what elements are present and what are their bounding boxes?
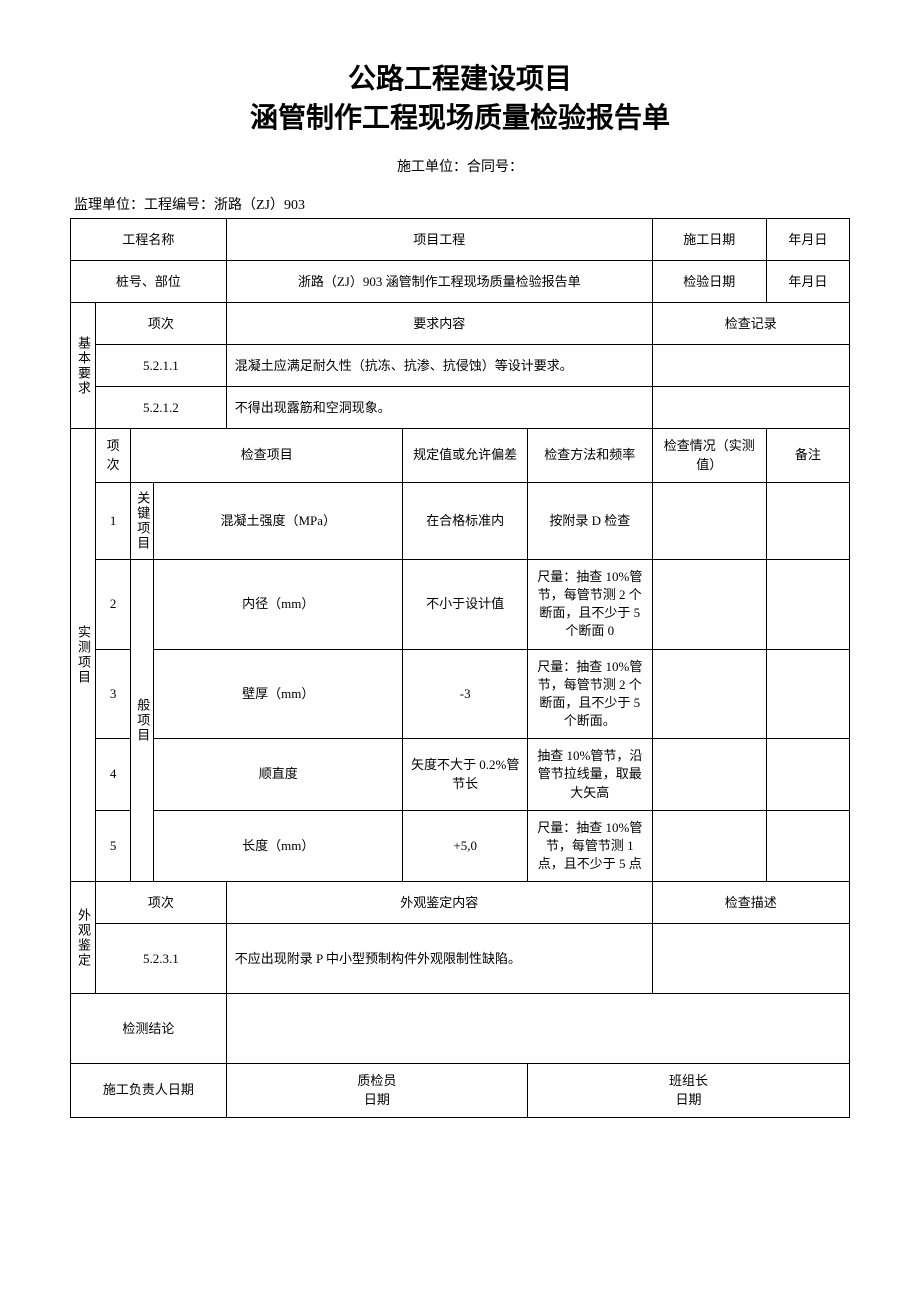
table-row: 施工负责人日期 质检员 日期 班组长 日期 (71, 1064, 850, 1117)
m1-item: 混凝土强度（MPa） (154, 482, 403, 559)
general-label: 般项目 (131, 559, 154, 882)
conclusion-label: 检测结论 (71, 994, 227, 1064)
m4-n: 4 (95, 739, 130, 811)
basic-row1-record (652, 345, 849, 387)
label-inspect-date: 检验日期 (652, 261, 766, 303)
m4-note (766, 739, 849, 811)
appearance-row-desc (652, 924, 849, 994)
side-appearance: 外观鉴定 (71, 882, 96, 994)
value-stake: 浙路（ZJ）903 涵管制作工程现场质量检验报告单 (226, 261, 652, 303)
m5-method: 尺量：抽查 10%管节，每管节测 1 点，且不少于 5 点 (527, 810, 652, 882)
measure-head-note: 备注 (766, 429, 849, 482)
footer-c2a: 质检员 (357, 1073, 396, 1088)
value-date2: 年月日 (766, 261, 849, 303)
table-row: 基本要求 项次 要求内容 检查记录 (71, 303, 850, 345)
label-proj-name: 工程名称 (71, 219, 227, 261)
table-row: 1 关键项目 混凝土强度（MPa） 在合格标准内 按附录 D 检查 (71, 482, 850, 559)
table-row: 外观鉴定 项次 外观鉴定内容 检查描述 (71, 882, 850, 924)
footer-c3b: 日期 (675, 1092, 701, 1107)
table-row: 检测结论 (71, 994, 850, 1064)
conclusion-value (226, 994, 849, 1064)
footer-c2b: 日期 (364, 1092, 390, 1107)
title-block: 公路工程建设项目 涵管制作工程现场质量检验报告单 (70, 60, 850, 138)
table-row: 5.2.3.1 不应出现附录 P 中小型预制构件外观限制性缺陷。 (71, 924, 850, 994)
basic-col2: 要求内容 (226, 303, 652, 345)
table-row: 4 顺直度 矢度不大于 0.2%管节长 抽查 10%管节，沿管节拉线量，取最大矢… (71, 739, 850, 811)
report-table: 工程名称 项目工程 施工日期 年月日 桩号、部位 浙路（ZJ）903 涵管制作工… (70, 218, 850, 1117)
m3-record (652, 649, 766, 739)
m2-item: 内径（mm） (154, 559, 403, 649)
appearance-row-content: 不应出现附录 P 中小型预制构件外观限制性缺陷。 (226, 924, 652, 994)
basic-col3: 检查记录 (652, 303, 849, 345)
m5-spec: +5,0 (403, 810, 528, 882)
measure-head-record: 检查情况（实测值） (652, 429, 766, 482)
m1-method: 按附录 D 检查 (527, 482, 652, 559)
appearance-col2: 外观鉴定内容 (226, 882, 652, 924)
footer-c3: 班组长 日期 (527, 1064, 849, 1117)
key-label: 关键项目 (131, 482, 154, 559)
m5-item: 长度（mm） (154, 810, 403, 882)
m2-method: 尺量：抽查 10%管节，每管节测 2 个断面，且不少于 5 个断面 0 (527, 559, 652, 649)
label-proj-item: 项目工程 (226, 219, 652, 261)
m2-record (652, 559, 766, 649)
m4-method: 抽查 10%管节，沿管节拉线量，取最大矢高 (527, 739, 652, 811)
m2-spec: 不小于设计值 (403, 559, 528, 649)
m5-record (652, 810, 766, 882)
title-line-2: 涵管制作工程现场质量检验报告单 (70, 99, 850, 138)
m3-n: 3 (95, 649, 130, 739)
footer-c2: 质检员 日期 (226, 1064, 527, 1117)
m3-spec: -3 (403, 649, 528, 739)
table-row: 工程名称 项目工程 施工日期 年月日 (71, 219, 850, 261)
value-date1: 年月日 (766, 219, 849, 261)
basic-row1-content: 混凝土应满足耐久性（抗冻、抗渗、抗侵蚀）等设计要求。 (226, 345, 652, 387)
meta-line: 监理单位：工程编号：浙路（ZJ）903 (70, 194, 850, 214)
m1-record (652, 482, 766, 559)
basic-col1: 项次 (95, 303, 226, 345)
basic-row2-content: 不得出现露筋和空洞现象。 (226, 387, 652, 429)
m1-note (766, 482, 849, 559)
side-measure: 实测项目 (71, 429, 96, 882)
m2-n: 2 (95, 559, 130, 649)
table-row: 3 壁厚（mm） -3 尺量：抽查 10%管节，每管节测 2 个断面，且不少于 … (71, 649, 850, 739)
m1-n: 1 (95, 482, 130, 559)
measure-head-method: 检查方法和频率 (527, 429, 652, 482)
sub-line: 施工单位：合同号： (70, 156, 850, 176)
table-row: 5 长度（mm） +5,0 尺量：抽查 10%管节，每管节测 1 点，且不少于 … (71, 810, 850, 882)
m4-record (652, 739, 766, 811)
label-construct-date: 施工日期 (652, 219, 766, 261)
basic-row1-no: 5.2.1.1 (95, 345, 226, 387)
side-basic: 基本要求 (71, 303, 96, 429)
m1-spec: 在合格标准内 (403, 482, 528, 559)
m4-item: 顺直度 (154, 739, 403, 811)
basic-row2-no: 5.2.1.2 (95, 387, 226, 429)
measure-head-spec: 规定值或允许偏差 (403, 429, 528, 482)
title-line-1: 公路工程建设项目 (70, 60, 850, 99)
m3-note (766, 649, 849, 739)
m4-spec: 矢度不大于 0.2%管节长 (403, 739, 528, 811)
table-row: 5.2.1.2 不得出现露筋和空洞现象。 (71, 387, 850, 429)
m5-note (766, 810, 849, 882)
measure-head-item: 检查项目 (131, 429, 403, 482)
appearance-col3: 检查描述 (652, 882, 849, 924)
table-row: 桩号、部位 浙路（ZJ）903 涵管制作工程现场质量检验报告单 检验日期 年月日 (71, 261, 850, 303)
label-stake: 桩号、部位 (71, 261, 227, 303)
footer-c3a: 班组长 (669, 1073, 708, 1088)
table-row: 实测项目 项次 检查项目 规定值或允许偏差 检查方法和频率 检查情况（实测值） … (71, 429, 850, 482)
m2-note (766, 559, 849, 649)
appearance-row-no: 5.2.3.1 (95, 924, 226, 994)
basic-row2-record (652, 387, 849, 429)
appearance-col1: 项次 (95, 882, 226, 924)
m3-method: 尺量：抽查 10%管节，每管节测 2 个断面，且不少于 5 个断面。 (527, 649, 652, 739)
footer-c1: 施工负责人日期 (71, 1064, 227, 1117)
table-row: 2 般项目 内径（mm） 不小于设计值 尺量：抽查 10%管节，每管节测 2 个… (71, 559, 850, 649)
m3-item: 壁厚（mm） (154, 649, 403, 739)
table-row: 5.2.1.1 混凝土应满足耐久性（抗冻、抗渗、抗侵蚀）等设计要求。 (71, 345, 850, 387)
measure-head-no: 项次 (95, 429, 130, 482)
m5-n: 5 (95, 810, 130, 882)
